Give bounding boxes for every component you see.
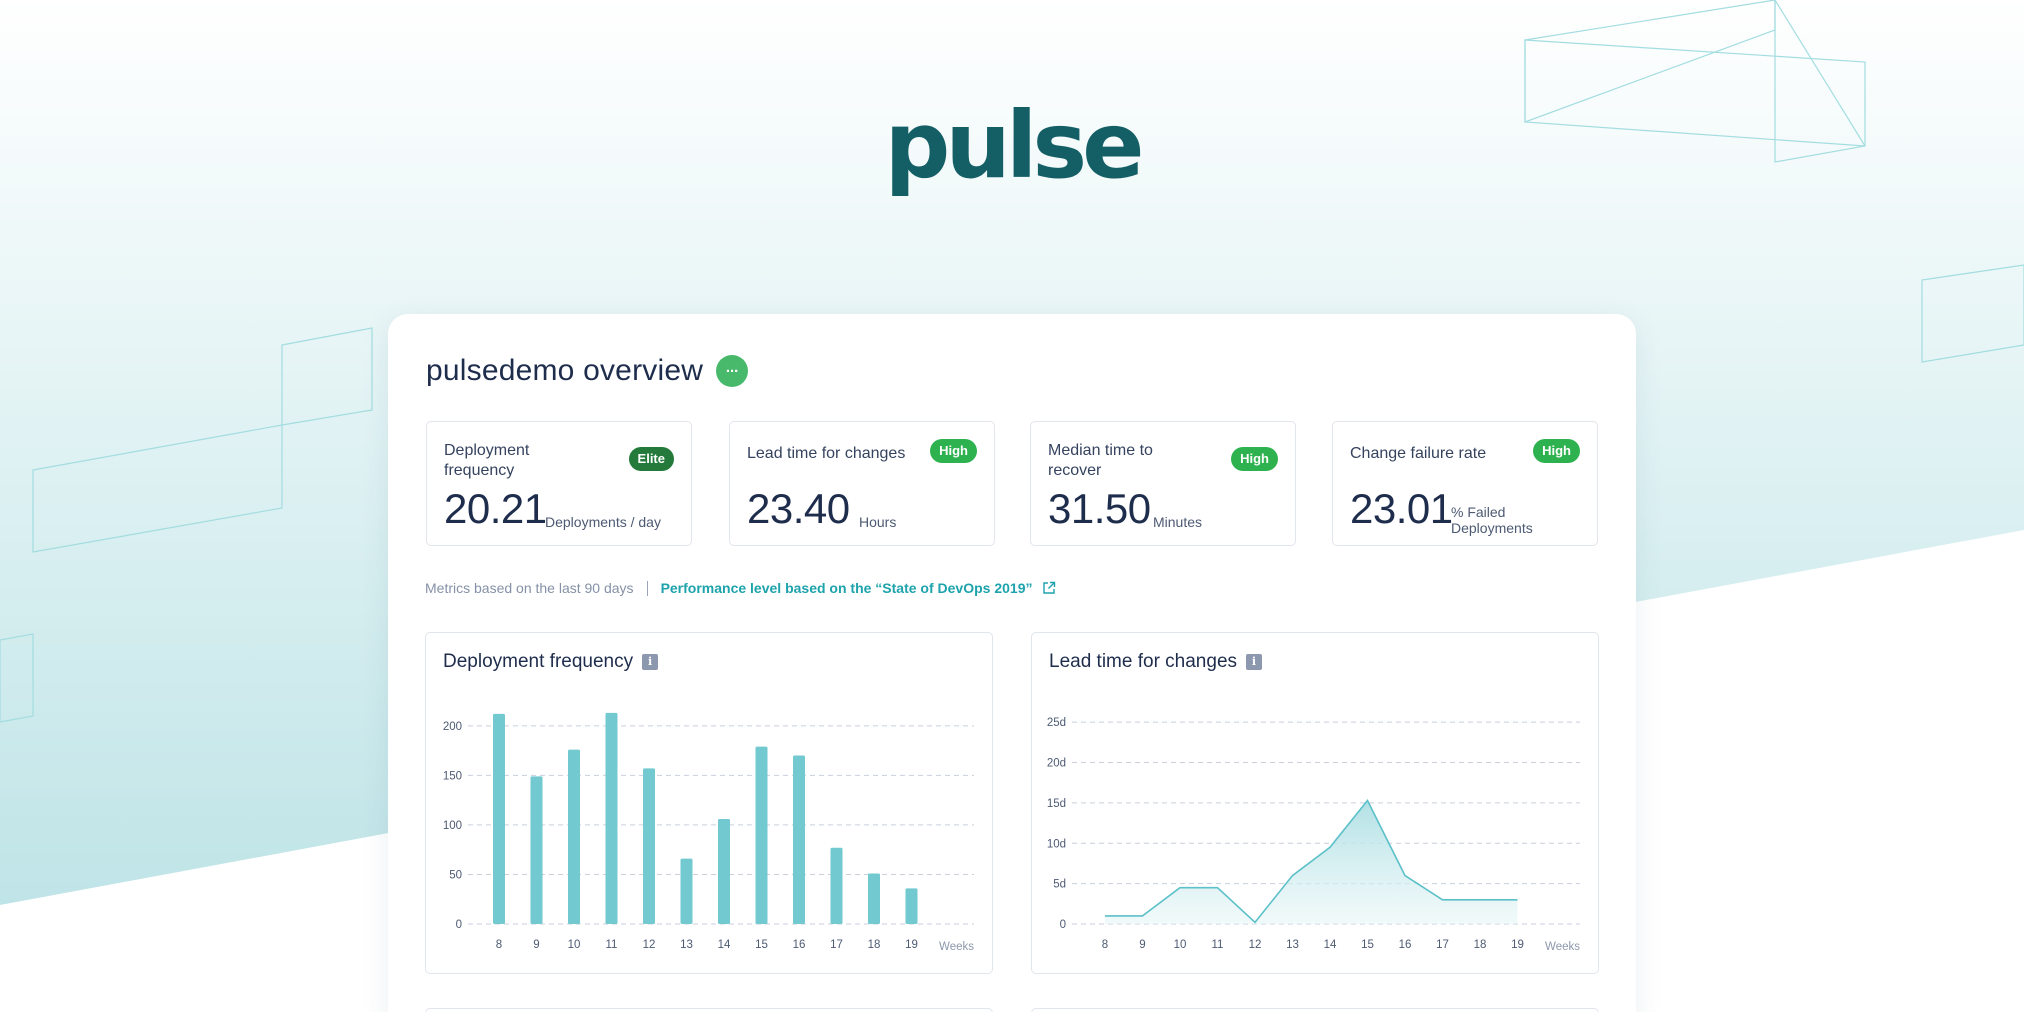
x-tick-label: 16 bbox=[1399, 939, 1412, 951]
metric-label: Median time to recover bbox=[1048, 442, 1153, 479]
x-tick-label: 14 bbox=[718, 939, 731, 951]
x-tick-label: 17 bbox=[830, 939, 843, 951]
bar-week-9 bbox=[530, 776, 543, 924]
bar-week-18 bbox=[868, 873, 880, 924]
y-tick-label: 25d bbox=[1047, 717, 1066, 729]
bar-week-10 bbox=[568, 749, 580, 924]
divider bbox=[646, 580, 648, 596]
performance-badge: High bbox=[1231, 447, 1278, 471]
more-options-button[interactable]: ... bbox=[716, 355, 749, 387]
y-tick-label: 10d bbox=[1047, 838, 1066, 850]
metric-value: 23.01 bbox=[1350, 485, 1453, 532]
metrics-footnote: Metrics based on the last 90 days Perfor… bbox=[425, 580, 1056, 596]
metric-card-deployment-frequency[interactable]: Deployment frequency Elite 20.21 Deploym… bbox=[426, 421, 692, 546]
metric-label: Deployment frequency bbox=[444, 442, 530, 479]
metric-value: 23.40 bbox=[747, 485, 850, 532]
y-tick-label: 0 bbox=[1060, 919, 1066, 931]
overview-header: pulsedemo overview ... bbox=[426, 354, 749, 388]
performance-badge: Elite bbox=[628, 447, 674, 471]
x-tick-label: 18 bbox=[868, 939, 881, 951]
pulse-logo: pulse bbox=[884, 92, 1144, 199]
x-tick-label: 17 bbox=[1436, 939, 1449, 951]
external-link-icon bbox=[1043, 581, 1056, 594]
y-tick-label: 100 bbox=[443, 820, 462, 832]
x-tick-label: 9 bbox=[1139, 939, 1145, 951]
lead-time-chart-panel: Lead time for changes i 0 5d 10d 15d 20d 25d 8… bbox=[1031, 632, 1599, 974]
metrics-period-note: Metrics based on the last 90 days bbox=[425, 580, 634, 596]
bar-week-8 bbox=[493, 713, 505, 924]
x-tick-label: 19 bbox=[1511, 939, 1524, 951]
metric-unit: Hours bbox=[859, 514, 897, 530]
x-tick-label: 8 bbox=[1102, 939, 1108, 951]
y-tick-label: 50 bbox=[449, 869, 462, 881]
bar-week-19 bbox=[905, 888, 918, 924]
x-tick-label: 15 bbox=[1361, 939, 1374, 951]
x-tick-label: 18 bbox=[1474, 939, 1487, 951]
x-tick-label: 14 bbox=[1324, 939, 1337, 951]
x-tick-label: 15 bbox=[755, 939, 768, 951]
y-tick-label: 15d bbox=[1047, 798, 1066, 810]
metric-card-lead-time[interactable]: Lead time for changes High 23.40 Hours bbox=[729, 421, 995, 546]
x-tick-label: 10 bbox=[1174, 939, 1187, 951]
x-tick-label: 12 bbox=[643, 939, 656, 951]
x-axis-label: Weeks bbox=[939, 941, 974, 953]
y-tick-label: 200 bbox=[443, 721, 462, 733]
bar-week-13 bbox=[680, 858, 693, 924]
y-tick-label: 150 bbox=[443, 770, 462, 782]
bar-week-17 bbox=[830, 847, 843, 924]
bar-week-15 bbox=[755, 746, 768, 924]
metric-value: 31.50 bbox=[1048, 485, 1151, 532]
metric-card-change-failure-rate[interactable]: Change failure rate High 23.01 % Failed … bbox=[1332, 421, 1598, 546]
lead-time-chart: 0 5d 10d 15d 20d 25d 8 9 10 11 12 13 14 15 16 17 18 19 Wee… bbox=[1047, 717, 1580, 953]
page-title: pulsedemo overview bbox=[426, 354, 704, 387]
x-tick-label: 10 bbox=[568, 939, 581, 951]
x-tick-label: 9 bbox=[533, 939, 539, 951]
bar-week-16 bbox=[793, 755, 805, 924]
x-axis-label: Weeks bbox=[1545, 941, 1580, 953]
y-tick-label: 0 bbox=[456, 919, 462, 931]
bar-week-11 bbox=[605, 712, 618, 924]
deployment-frequency-chart: 0 50 100 150 200 8 9 10 11 12 13 14 15 16 17 18 19 Weeks bbox=[443, 712, 974, 953]
bar-week-12 bbox=[643, 768, 655, 924]
performance-badge: High bbox=[930, 439, 977, 463]
y-tick-label: 20d bbox=[1047, 758, 1066, 770]
x-tick-label: 8 bbox=[496, 939, 502, 951]
x-tick-label: 13 bbox=[1286, 939, 1299, 951]
metric-unit: % Failed Deployments bbox=[1451, 504, 1533, 536]
overview-card: pulsedemo overview ... Deployment freque… bbox=[388, 314, 1636, 1012]
bar-week-14 bbox=[718, 818, 730, 924]
x-tick-label: 12 bbox=[1249, 939, 1262, 951]
next-chart-panel bbox=[425, 1008, 993, 1012]
metric-card-time-to-recover[interactable]: Median time to recover High 31.50 Minute… bbox=[1030, 421, 1296, 546]
x-tick-label: 11 bbox=[1212, 939, 1224, 951]
metric-unit: Deployments / day bbox=[545, 514, 661, 530]
metric-label: Lead time for changes bbox=[747, 445, 906, 462]
metric-value: 20.21 bbox=[444, 485, 547, 532]
deployment-frequency-chart-panel: Deployment frequency i 0 50 100 150 200 8 9 10 1… bbox=[425, 632, 993, 974]
y-tick-label: 5d bbox=[1053, 879, 1066, 891]
next-chart-panel bbox=[1031, 1008, 1599, 1012]
x-tick-label: 11 bbox=[606, 939, 618, 951]
x-tick-label: 13 bbox=[680, 939, 693, 951]
state-of-devops-link[interactable]: Performance level based on the “State of… bbox=[661, 580, 1057, 596]
x-tick-label: 16 bbox=[793, 939, 806, 951]
metric-unit: Minutes bbox=[1153, 514, 1203, 530]
link-text: Performance level based on the “State of… bbox=[660, 580, 1033, 596]
metric-label: Change failure rate bbox=[1350, 445, 1487, 462]
x-tick-label: 19 bbox=[905, 939, 918, 951]
performance-badge: High bbox=[1533, 439, 1580, 463]
